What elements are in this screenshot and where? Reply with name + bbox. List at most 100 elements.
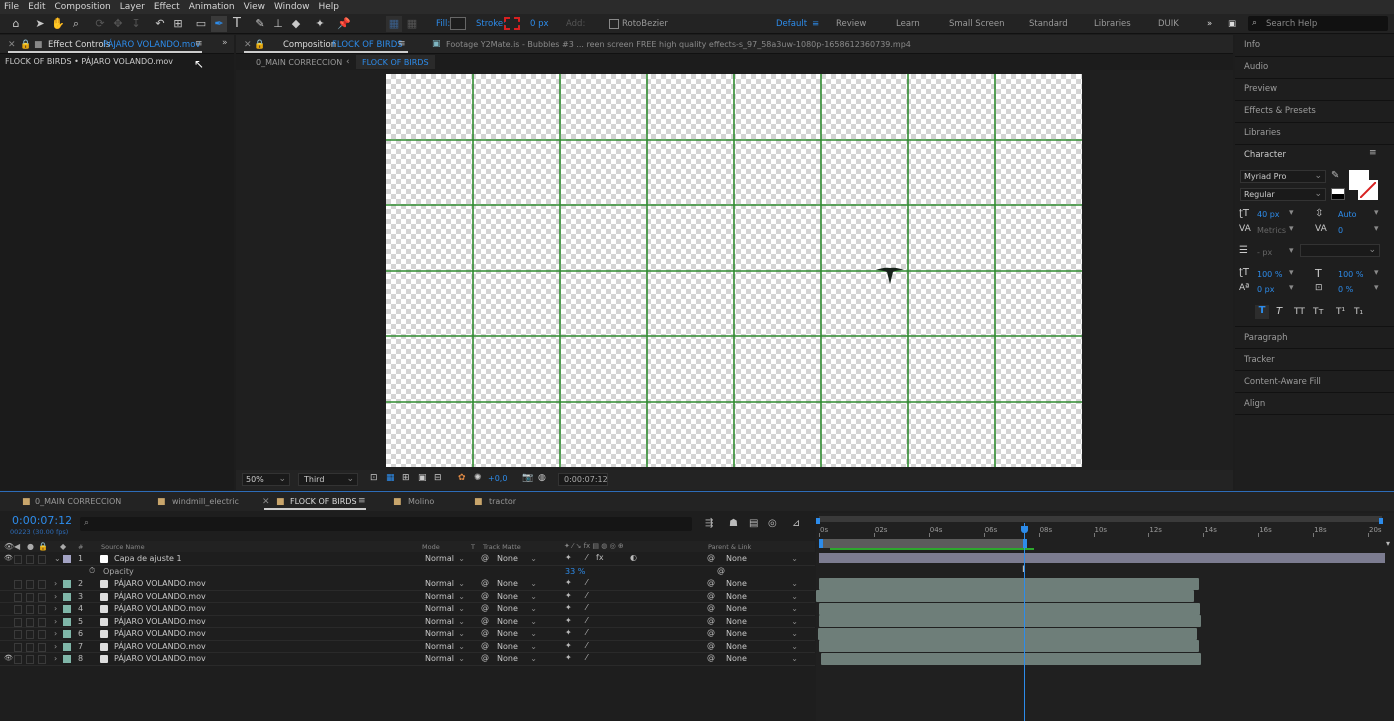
parent-dropdown[interactable]: None ⌄ xyxy=(726,579,798,589)
quality-switch-icon[interactable]: ⁄ xyxy=(586,653,587,662)
label-color-swatch[interactable] xyxy=(63,655,71,663)
dolly-tool-icon[interactable]: ↧ xyxy=(128,16,144,32)
chevron-down-icon[interactable]: ▾ xyxy=(1289,283,1294,293)
layer-bar[interactable] xyxy=(821,653,1201,665)
panel-libraries[interactable]: Libraries xyxy=(1244,128,1281,138)
parent-dropdown[interactable]: None ⌄ xyxy=(726,592,798,602)
audio-toggle[interactable] xyxy=(14,580,22,589)
menu-composition[interactable]: Composition xyxy=(55,2,111,12)
tsume-value[interactable]: 0 % xyxy=(1338,285,1353,294)
stroke-width[interactable]: 0 px xyxy=(530,19,549,29)
track-matte-dropdown[interactable]: None ⌄ xyxy=(497,604,537,614)
chevron-right-icon[interactable]: › xyxy=(54,617,57,626)
track-matte-pickwhip-icon[interactable]: @ xyxy=(481,616,489,625)
blend-mode-dropdown[interactable]: Normal ⌄ xyxy=(425,554,465,564)
chevron-down-icon[interactable]: ⌄ xyxy=(54,554,61,563)
panel-menu-icon[interactable]: ≡ xyxy=(398,39,406,49)
layer-row[interactable]: › 5 PÁJARO VOLANDO.mov Normal ⌄ @ None ⌄ ✦ ⁄ @ None… xyxy=(0,616,815,628)
timeline-tab-windmill[interactable]: windmill_electric xyxy=(172,497,239,506)
chevron-down-icon[interactable]: ▾ xyxy=(1289,208,1294,218)
solo-toggle[interactable] xyxy=(26,630,34,639)
transparency-grid-icon[interactable]: ▦ xyxy=(386,473,395,483)
comp-marker-bin-icon[interactable]: ▾ xyxy=(1386,539,1390,548)
opacity-value[interactable]: 33 % xyxy=(565,567,585,576)
chevron-right-icon[interactable]: › xyxy=(54,579,57,588)
rectangle-tool-icon[interactable]: ▭ xyxy=(193,16,209,32)
expression-pickwhip-icon[interactable]: @ xyxy=(717,566,725,575)
pan-tool-icon[interactable]: ✥ xyxy=(110,16,126,32)
rotate-tool-icon[interactable]: ↶ xyxy=(152,16,168,32)
track-matte-pickwhip-icon[interactable]: @ xyxy=(481,578,489,587)
audio-toggle[interactable] xyxy=(14,555,22,564)
shy-switch-icon[interactable]: ✦ xyxy=(565,553,572,562)
zoom-dropdown[interactable]: 50% ⌄ xyxy=(242,473,290,486)
shy-switch-icon[interactable]: ✦ xyxy=(565,653,572,662)
anchor-tool-icon[interactable]: ⊞ xyxy=(170,16,186,32)
close-icon[interactable]: ✕ xyxy=(244,40,252,50)
mask-visibility-icon[interactable]: ▣ xyxy=(418,473,427,483)
tracking-value[interactable]: 0 xyxy=(1338,226,1343,235)
chevron-right-icon[interactable]: › xyxy=(54,642,57,651)
show-snapshot-icon[interactable]: ◍ xyxy=(538,473,546,483)
workspace-learn[interactable]: Learn xyxy=(896,19,920,29)
track-matte-pickwhip-icon[interactable]: @ xyxy=(481,641,489,650)
quality-switch-icon[interactable]: ⁄ xyxy=(586,578,587,587)
adjustment-switch-icon[interactable]: ◐ xyxy=(630,553,637,562)
layer-row[interactable]: › 6 PÁJARO VOLANDO.mov Normal ⌄ @ None ⌄ ✦ ⁄ @ None… xyxy=(0,628,815,641)
subscript-button[interactable]: T₁ xyxy=(1354,307,1363,317)
eraser-icon[interactable]: ◆ xyxy=(288,16,304,32)
layer-row[interactable]: 👁 ⌄ 1 Capa de ajuste 1 Normal ⌄ @ None ⌄ ✦ ⁄ fx ◐ @ No… xyxy=(0,553,815,566)
lock-toggle[interactable] xyxy=(38,642,46,652)
panel-paragraph[interactable]: Paragraph xyxy=(1244,333,1288,343)
track-matte-pickwhip-icon[interactable]: @ xyxy=(481,553,489,562)
stroke-style-dropdown[interactable]: ⌄ xyxy=(1300,244,1380,257)
solo-toggle[interactable] xyxy=(26,617,34,627)
all-caps-button[interactable]: TT xyxy=(1294,307,1305,317)
panel-info[interactable]: Info xyxy=(1244,40,1260,50)
stroke-width-value[interactable]: - px xyxy=(1257,248,1272,257)
parent-dropdown[interactable]: None ⌄ xyxy=(726,554,798,564)
breadcrumb-main[interactable]: 0_MAIN CORRECCION xyxy=(256,58,342,67)
solo-toggle[interactable] xyxy=(26,642,34,652)
label-color-swatch[interactable] xyxy=(63,617,71,626)
workspace-default[interactable]: Default xyxy=(776,19,807,29)
lock-toggle[interactable] xyxy=(38,630,46,639)
layer-name[interactable]: Capa de ajuste 1 xyxy=(114,554,182,563)
menu-animation[interactable]: Animation xyxy=(189,2,235,12)
comp-flowchart-icon[interactable]: ⇶ xyxy=(705,518,713,529)
layer-bar[interactable] xyxy=(818,628,1197,640)
kerning-value[interactable]: Metrics xyxy=(1257,226,1286,235)
parent-pickwhip-icon[interactable]: @ xyxy=(707,578,715,587)
blend-mode-dropdown[interactable]: Normal ⌄ xyxy=(425,579,465,589)
layer-bar[interactable] xyxy=(819,615,1201,627)
add-label[interactable]: Add: xyxy=(566,19,585,29)
timeline-tab-tractor[interactable]: tractor xyxy=(489,497,516,506)
chevron-down-icon[interactable]: ▾ xyxy=(1374,268,1379,278)
label-color-swatch[interactable] xyxy=(63,555,71,563)
layer-name[interactable]: PÁJARO VOLANDO.mov xyxy=(114,579,206,588)
menu-view[interactable]: View xyxy=(244,2,265,12)
footage-tab-label[interactable]: Footage Y2Mate.is - Bubbles #3 ... reen … xyxy=(446,40,911,49)
leading-value[interactable]: Auto xyxy=(1338,210,1357,219)
grid-toggle-icon[interactable]: ⊞ xyxy=(402,473,410,483)
shy-switch-icon[interactable]: ✦ xyxy=(565,578,572,587)
parent-dropdown[interactable]: None ⌄ xyxy=(726,617,798,627)
label-color-swatch[interactable] xyxy=(63,630,71,638)
hand-tool-icon[interactable]: ✋ xyxy=(50,16,66,32)
layer-search-input[interactable]: ⌕ xyxy=(80,517,692,531)
puppet-pin-icon[interactable]: 📌 xyxy=(336,16,352,32)
fill-label[interactable]: Fill: xyxy=(436,19,450,29)
chevron-down-icon[interactable]: ▾ xyxy=(1374,283,1379,293)
chevron-down-icon[interactable]: ▾ xyxy=(1374,208,1379,218)
quality-switch-icon[interactable]: ⁄ xyxy=(586,603,587,612)
home-icon[interactable]: ⌂ xyxy=(8,16,24,32)
lock-toggle[interactable] xyxy=(38,555,46,564)
current-time[interactable]: 0:00:07:12 xyxy=(12,514,72,527)
frame-blending-icon[interactable]: ▤ xyxy=(749,518,758,529)
layer-bar[interactable] xyxy=(819,578,1199,590)
parent-dropdown[interactable]: None ⌄ xyxy=(726,654,798,664)
parent-pickwhip-icon[interactable]: @ xyxy=(707,628,715,637)
layer-name[interactable]: PÁJARO VOLANDO.mov xyxy=(114,592,206,601)
search-help-input[interactable]: ⌕ Search Help xyxy=(1248,16,1388,31)
work-area-bar[interactable] xyxy=(819,539,1027,548)
